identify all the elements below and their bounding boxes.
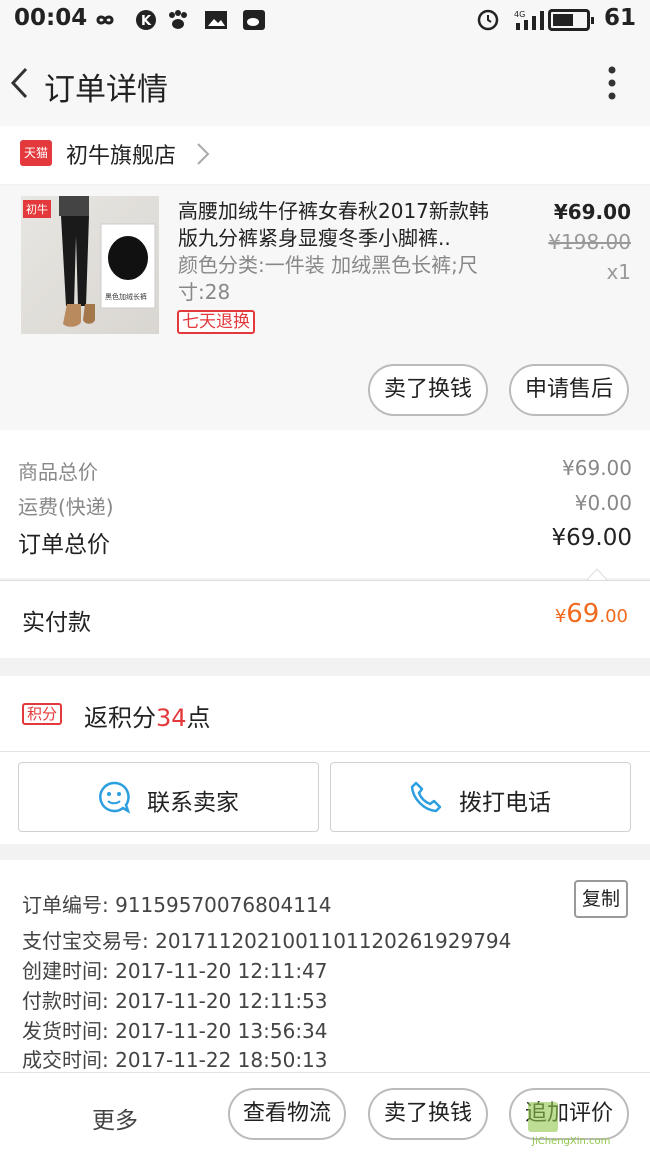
items-total-value: ¥69.00: [562, 456, 632, 480]
order-total-value: ¥69.00: [551, 525, 632, 551]
phone-icon: [410, 781, 442, 813]
svg-text:4G: 4G: [514, 10, 525, 19]
product-price: ¥69.00: [553, 200, 631, 224]
product-thumbnail[interactable]: 初牛 黑色加绒长裤: [21, 196, 159, 334]
photo-icon: [205, 11, 227, 29]
thumb-caption: 黑色加绒长裤: [105, 293, 147, 301]
after-sales-button[interactable]: 申请售后: [509, 364, 629, 416]
product-sku: 颜色分类:一件装 加绒黑色长裤;尺寸:28: [178, 253, 478, 304]
paid-amount-row: 实付款 ¥69.00: [0, 580, 650, 658]
alarm-icon: [477, 9, 499, 31]
seven-day-return-badge: 七天退换: [177, 310, 255, 334]
points-number: 34: [156, 704, 187, 732]
back-arrow-icon[interactable]: [8, 66, 32, 100]
weibo-icon: [243, 10, 265, 30]
product-title[interactable]: 高腰加绒牛仔裤女春秋2017新款韩版九分裤紧身显瘦冬季小脚裤..: [178, 198, 498, 252]
shipped-time: 发货时间: 2017-11-20 13:56:34: [22, 1019, 328, 1043]
battery-icon: [548, 9, 594, 31]
paid-dec: .00: [599, 606, 628, 627]
paid-time: 付款时间: 2017-11-20 12:11:53: [22, 989, 328, 1013]
chat-face-icon: [99, 781, 131, 814]
clock: 00:04: [14, 5, 88, 31]
call-phone-label: 拨打电话: [459, 790, 551, 816]
contact-seller-label: 联系卖家: [147, 790, 239, 816]
logistics-button[interactable]: 查看物流: [228, 1088, 346, 1140]
infinity-icon: [96, 15, 114, 25]
paid-int: 69: [566, 599, 600, 629]
paid-currency: ¥: [554, 606, 567, 627]
paid-label: 实付款: [22, 610, 91, 636]
page-title: 订单详情: [44, 72, 168, 108]
original-price: ¥198.00: [548, 230, 631, 254]
signal-icon: 4G: [514, 10, 544, 30]
app-header: 订单详情: [0, 40, 650, 126]
points-row: 积分 返积分34点: [0, 676, 650, 752]
items-total-label: 商品总价: [18, 460, 98, 484]
shipping-value: ¥0.00: [574, 491, 632, 515]
points-suffix: 点: [186, 704, 211, 732]
points-prefix: 返积分: [84, 704, 156, 732]
contact-seller-button[interactable]: 联系卖家: [18, 762, 319, 832]
order-total-label: 订单总价: [18, 532, 110, 558]
battery-level: 61: [603, 5, 636, 31]
sell-button-bottom[interactable]: 卖了换钱: [368, 1088, 488, 1140]
contact-row: 联系卖家 拨打电话: [0, 752, 650, 844]
k-app-icon: K: [136, 10, 156, 30]
created-time: 创建时间: 2017-11-20 12:11:47: [22, 959, 328, 983]
paid-value: ¥69.00: [555, 599, 628, 629]
points-text: 返积分34点: [84, 698, 211, 733]
sell-button[interactable]: 卖了换钱: [368, 364, 488, 416]
tmall-badge: 天猫: [20, 140, 52, 166]
jeans-image: [59, 196, 156, 327]
shop-row[interactable]: 天猫 初牛旗舰店: [0, 126, 650, 184]
order-info: 订单编号: 911595700768041​14 复制 支付宝交易号: 2017…: [0, 860, 650, 1072]
status-bar: 00:04 K 4G 61: [0, 0, 650, 40]
watermark-text: JiChengXin.com: [532, 1136, 611, 1147]
shipping-label: 运费(快递): [18, 495, 114, 519]
order-number: 订单编号: 911595700768041​14: [22, 893, 332, 917]
alipay-number: 支付宝交易号: 201711202100110112026192979​4: [22, 929, 512, 953]
more-link[interactable]: 更多: [92, 1101, 138, 1135]
completed-time: 成交时间: 2017-11-22 18:50:13: [22, 1048, 328, 1072]
product-card[interactable]: 初牛 黑色加绒长裤 高腰加绒牛仔裤女春秋2017新款韩版九分裤紧身显瘦冬季小脚裤…: [0, 186, 650, 430]
chevron-right-icon: [197, 143, 210, 165]
price-summary: 商品总价 ¥69.00 运费(快递) ¥0.00 订单总价 ¥69.00: [0, 430, 650, 578]
copy-button[interactable]: 复制: [574, 880, 628, 918]
shop-name[interactable]: 初牛旗舰店: [66, 138, 176, 170]
product-quantity: x1: [606, 260, 631, 284]
watermark-logo: JiChengXin.com: [526, 1100, 646, 1150]
svg-text:K: K: [141, 14, 152, 29]
watermark-icon: [528, 1102, 558, 1132]
paw-icon: [169, 10, 187, 29]
points-badge: 积分: [22, 703, 63, 725]
call-phone-button[interactable]: 拨打电话: [330, 762, 631, 832]
more-menu-icon[interactable]: [608, 66, 616, 100]
